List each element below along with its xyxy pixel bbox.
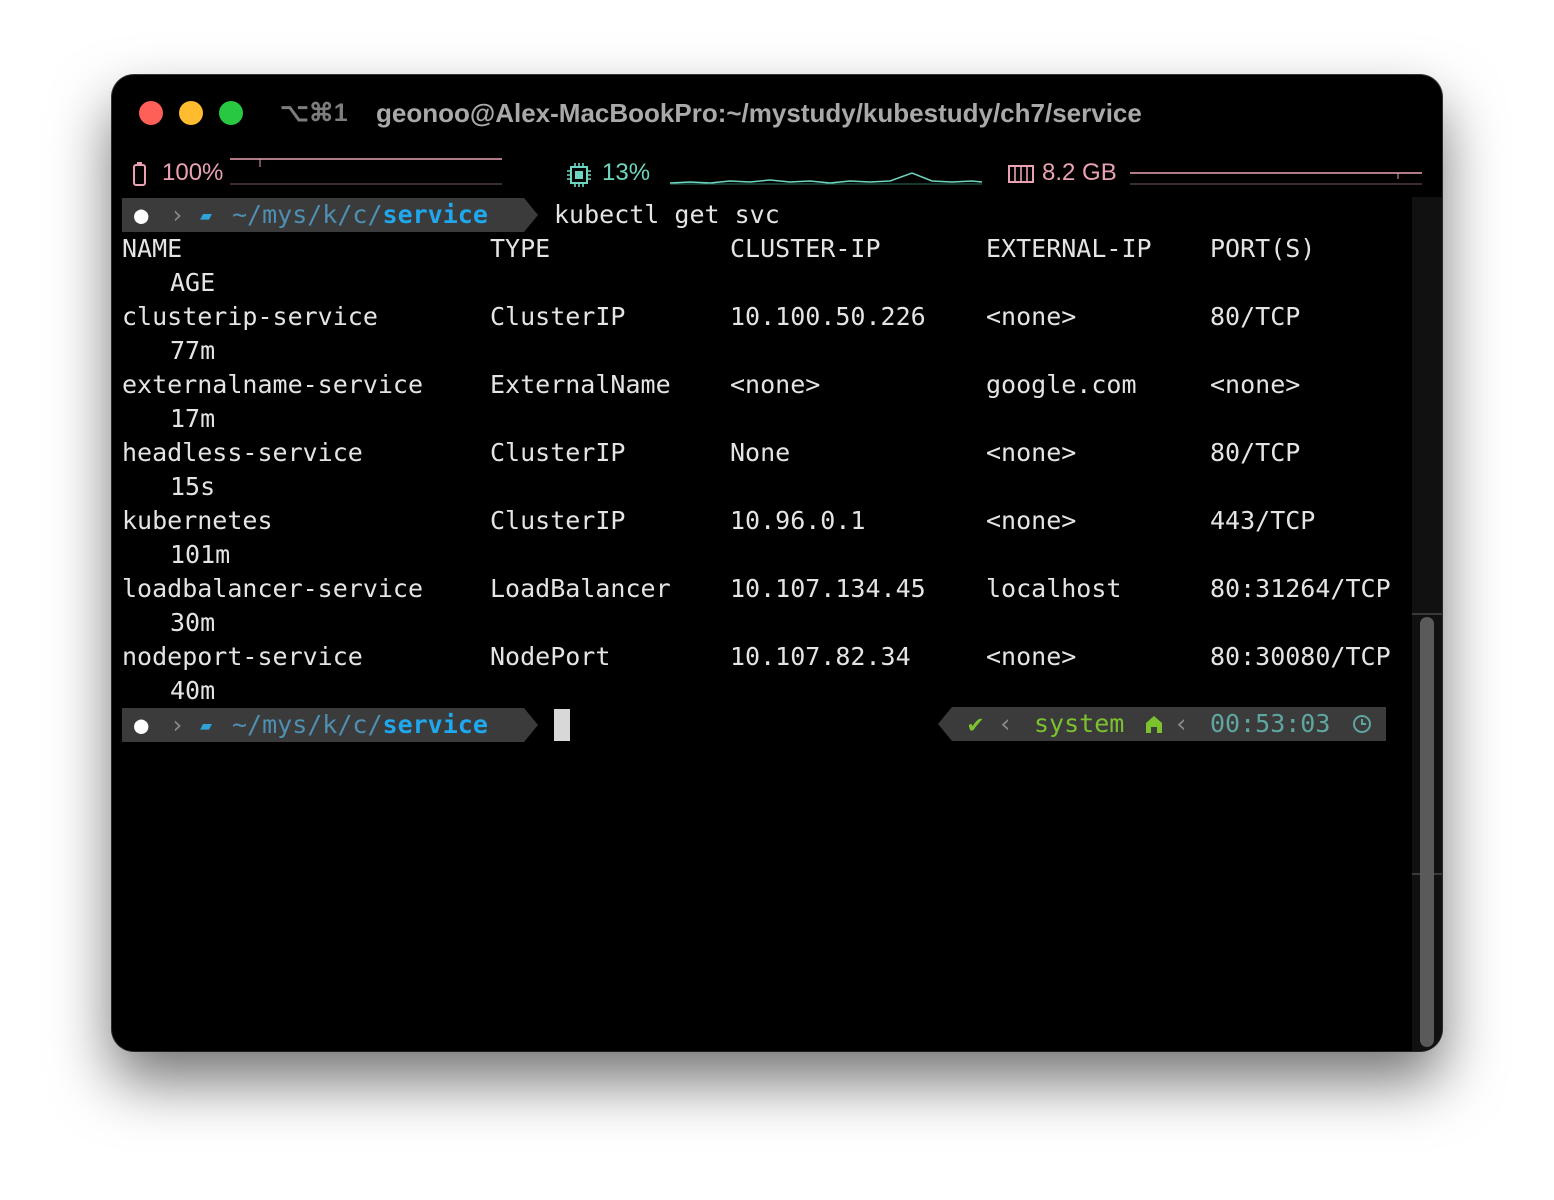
status-bar: 100% 13% 8.2 GB [112,153,1442,197]
close-button[interactable] [139,101,163,125]
row-age: 40m [170,676,216,705]
row-age: 77m [170,336,216,365]
table-row: kubernetes ClusterIP 10.96.0.1 <none> 44… [122,506,1316,535]
table-row: loadbalancer-service LoadBalancer 10.107… [122,574,1391,603]
zoom-button[interactable] [219,101,243,125]
chevron-right-icon: › [170,201,185,229]
table-header-age: AGE [170,268,216,297]
minimize-button[interactable] [179,101,203,125]
row-age: 30m [170,608,216,637]
chevron-left-icon: ‹ [1174,709,1190,738]
folder-icon: ▰ [200,203,213,227]
table-row: headless-service ClusterIP None <none> 8… [122,438,1301,467]
folder-icon: ▰ [200,713,213,737]
status-ok-icon: ✔ [968,709,984,738]
cpu-graph [670,172,982,185]
window-title: geonoo@Alex-MacBookPro:~/mystudy/kubestu… [376,98,1142,128]
context-name: system [1034,709,1125,738]
memory-icon [1008,165,1034,183]
home-icon [1146,716,1162,733]
window-shortcut: ⌥⌘1 [280,99,348,127]
cpu-icon [567,163,591,187]
table-row: externalname-service ExternalName <none>… [122,370,1301,399]
terminal-window: ⌥⌘1 geonoo@Alex-MacBookPro:~/mystudy/kub… [112,75,1442,1051]
terminal-output[interactable]: ● › ▰ ~/mys/k/c/service kubectl get svc … [112,197,1412,1051]
command-text: kubectl get svc [554,200,780,229]
row-age: 101m [170,540,231,569]
table-row: clusterip-service ClusterIP 10.100.50.22… [122,302,1301,331]
apple-icon: ● [134,711,149,739]
table-header: NAME TYPE CLUSTER-IP EXTERNAL-IP PORT(S) [122,234,1316,263]
battery-icon [133,162,146,186]
row-age: 15s [170,472,216,501]
clock-icon [1353,715,1371,733]
right-prompt: ✔ ‹ system ‹ 00:53:03 [938,707,1386,741]
prompt-path: ~/mys/k/c/service [232,710,488,739]
memory-usage: 8.2 GB [1042,159,1117,186]
scrollbar-thumb[interactable] [1420,617,1434,1047]
chevron-right-icon: › [170,711,185,739]
apple-icon: ● [134,201,149,229]
clock-time: 00:53:03 [1210,709,1331,738]
battery-level: 100% [162,159,224,186]
chevron-left-icon: ‹ [998,709,1014,738]
memory-graph [1130,172,1422,185]
table-row: nodeport-service NodePort 10.107.82.34 <… [122,642,1391,671]
cpu-usage: 13% [602,159,651,186]
text-cursor[interactable] [554,709,570,741]
prompt-path: ~/mys/k/c/service [232,200,488,229]
scrollbar[interactable] [1412,197,1442,1051]
battery-graph [230,158,502,185]
row-age: 17m [170,404,216,433]
title-bar: ⌥⌘1 geonoo@Alex-MacBookPro:~/mystudy/kub… [112,75,1442,153]
